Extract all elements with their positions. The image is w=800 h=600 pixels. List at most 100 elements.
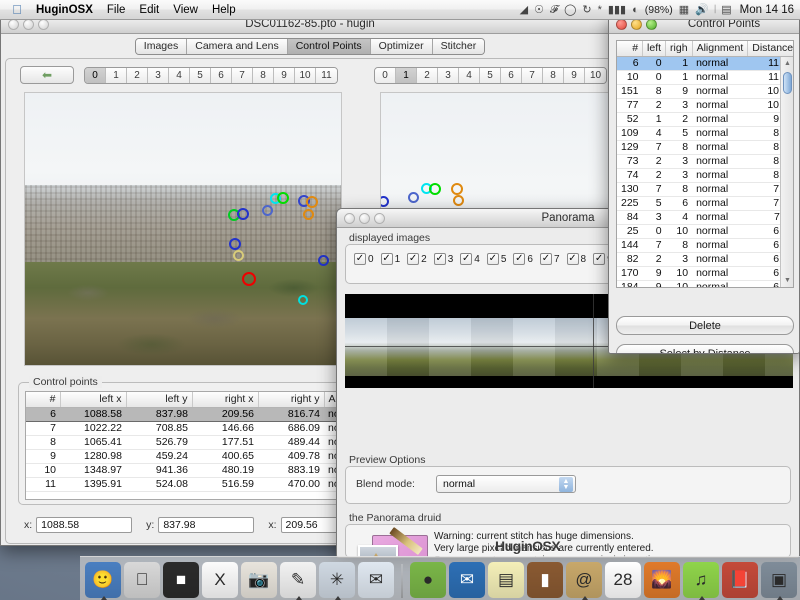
- checkbox-icon[interactable]: ✓: [407, 253, 419, 265]
- displayed-image-checkbox-1[interactable]: ✓1: [381, 253, 401, 265]
- airport-signal-icon[interactable]: ◢: [520, 0, 528, 20]
- cp-table-scrollbar[interactable]: ▲ ▼: [780, 57, 793, 287]
- displayed-image-checkbox-3[interactable]: ✓3: [434, 253, 454, 265]
- dictionary-icon[interactable]: 📕: [722, 562, 758, 598]
- cp-table-row[interactable]: 184910normal6.30: [617, 280, 794, 288]
- right-image-number-3[interactable]: 3: [438, 68, 459, 83]
- textedit-icon[interactable]: ✎: [280, 562, 316, 598]
- left-image-number-0[interactable]: 0: [85, 68, 106, 83]
- left-image-number-3[interactable]: 3: [148, 68, 169, 83]
- scrollbar-thumb[interactable]: [783, 72, 792, 94]
- checkbox-icon[interactable]: ✓: [487, 253, 499, 265]
- right-image-number-4[interactable]: 4: [459, 68, 480, 83]
- cp-column-header-righ[interactable]: righ: [666, 41, 693, 56]
- control-point-marker[interactable]: [237, 208, 249, 220]
- cp-table-row[interactable]: 7423normal8.23: [617, 168, 794, 182]
- blend-mode-select[interactable]: normal ▲▼: [436, 475, 576, 493]
- control-point-marker[interactable]: [451, 183, 463, 195]
- tab-images[interactable]: Images: [136, 39, 187, 54]
- cp-table-row[interactable]: 22556normal7.13: [617, 196, 794, 210]
- cp-minimize-button[interactable]: [631, 19, 642, 30]
- menu-app-name[interactable]: HuginOSX: [29, 0, 100, 20]
- right-image-number-10[interactable]: 10: [585, 68, 606, 83]
- column-header--[interactable]: #: [26, 392, 60, 407]
- control-point-marker[interactable]: [303, 209, 314, 220]
- right-image-number-8[interactable]: 8: [543, 68, 564, 83]
- cp-table-row[interactable]: 5212normal9.62: [617, 112, 794, 126]
- cp-close-button[interactable]: [616, 19, 627, 30]
- cp-table-row[interactable]: 14478normal6.95: [617, 238, 794, 252]
- thunderbird-icon[interactable]: ✉: [449, 562, 485, 598]
- itunes-icon[interactable]: ♫: [683, 562, 719, 598]
- battery-icon[interactable]: ▮▮▮: [608, 0, 626, 20]
- control-point-marker[interactable]: [233, 250, 244, 261]
- finder-icon[interactable]: 🙂: [85, 562, 121, 598]
- menu-item-view[interactable]: View: [166, 0, 205, 20]
- book-icon[interactable]: ▮: [527, 562, 563, 598]
- cp-table-row[interactable]: 8434normal7.11: [617, 210, 794, 224]
- control-point-marker[interactable]: [277, 192, 289, 204]
- field-y-left[interactable]: [158, 517, 254, 533]
- left-image-number-9[interactable]: 9: [274, 68, 295, 83]
- column-header-right-y[interactable]: right y: [258, 392, 324, 407]
- safari-icon[interactable]: ✳: [319, 562, 355, 598]
- control-point-marker[interactable]: [380, 196, 389, 207]
- right-image-number-6[interactable]: 6: [501, 68, 522, 83]
- tab-camera-and-lens[interactable]: Camera and Lens: [187, 39, 287, 54]
- cp-distance-table-wrapper[interactable]: #leftrighAlignmentDistance 601normal11.5…: [616, 40, 794, 288]
- tab-optimizer[interactable]: Optimizer: [371, 39, 433, 54]
- mail-icon[interactable]: ✉: [358, 562, 394, 598]
- cp-column-header-distance[interactable]: Distance: [748, 41, 794, 56]
- checkbox-icon[interactable]: ✓: [593, 253, 605, 265]
- checkbox-icon[interactable]: ✓: [381, 253, 393, 265]
- displayed-image-checkbox-5[interactable]: ✓5: [487, 253, 507, 265]
- tab-stitcher[interactable]: Stitcher: [433, 39, 485, 54]
- control-point-marker[interactable]: [242, 272, 256, 286]
- cp-distance-table[interactable]: #leftrighAlignmentDistance 601normal11.5…: [617, 41, 794, 288]
- right-image-number-1[interactable]: 1: [396, 68, 417, 83]
- wifi-icon[interactable]: ◐: [632, 0, 639, 20]
- displayed-image-checkbox-6[interactable]: ✓6: [513, 253, 533, 265]
- control-point-marker[interactable]: [318, 255, 329, 266]
- panorama-zoom-button[interactable]: [374, 213, 385, 224]
- scroll-up-arrow-icon[interactable]: ▲: [782, 58, 793, 69]
- cp-table-row[interactable]: 13078normal7.72: [617, 182, 794, 196]
- dock[interactable]: 🙂■X📷✎✳✉●✉▤▮@28🌄♫📕▣⌂▬A▦🗑: [80, 556, 800, 600]
- displayed-image-checkbox-2[interactable]: ✓2: [407, 253, 427, 265]
- displayed-image-checkbox-4[interactable]: ✓4: [460, 253, 480, 265]
- left-image-number-8[interactable]: 8: [253, 68, 274, 83]
- close-button[interactable]: [8, 19, 19, 30]
- system-preferences-icon[interactable]: : [124, 562, 160, 598]
- control-points-floating-window[interactable]: Control Points #leftrighAlignmentDistanc…: [608, 14, 800, 354]
- chat-icon[interactable]: ◯: [564, 0, 576, 20]
- display-icon[interactable]: ▦: [679, 0, 689, 20]
- fast-user-switch-icon[interactable]: ▤: [721, 0, 731, 20]
- cp-column-header-alignment[interactable]: Alignment: [692, 41, 748, 56]
- displayed-image-checkbox-8[interactable]: ✓8: [567, 253, 587, 265]
- menu-item-file[interactable]: File: [100, 0, 133, 20]
- iphoto-icon[interactable]: 📷: [241, 562, 277, 598]
- cp-column-header--[interactable]: #: [617, 41, 643, 56]
- right-image-number-5[interactable]: 5: [480, 68, 501, 83]
- checkbox-icon[interactable]: ✓: [434, 253, 446, 265]
- column-header-right-x[interactable]: right x: [192, 392, 258, 407]
- left-image-number-1[interactable]: 1: [106, 68, 127, 83]
- panorama-close-button[interactable]: [344, 213, 355, 224]
- minimize-button[interactable]: [23, 19, 34, 30]
- menu-bar-clock[interactable]: Mon 14 16: [738, 4, 794, 16]
- control-point-marker[interactable]: [306, 196, 318, 208]
- cp-table-row[interactable]: 15189normal10.81: [617, 84, 794, 98]
- previous-image-button[interactable]: ⬅: [20, 66, 74, 84]
- select-by-distance-button[interactable]: Select by Distance: [616, 344, 794, 354]
- right-image-number-7[interactable]: 7: [522, 68, 543, 83]
- timemachine-icon[interactable]: ☉: [534, 0, 544, 20]
- cp-table-row[interactable]: 1001normal11.08: [617, 70, 794, 84]
- cp-table-row[interactable]: 601normal11.57: [617, 56, 794, 70]
- checkbox-icon[interactable]: ✓: [460, 253, 472, 265]
- cp-table-row[interactable]: 7323normal8.25: [617, 154, 794, 168]
- cp-table-row[interactable]: 7723normal10.38: [617, 98, 794, 112]
- tab-control-points[interactable]: Control Points: [288, 39, 371, 54]
- checkbox-icon[interactable]: ✓: [567, 253, 579, 265]
- bluetooth-icon[interactable]: *: [598, 0, 602, 20]
- cp-column-header-left[interactable]: left: [643, 41, 666, 56]
